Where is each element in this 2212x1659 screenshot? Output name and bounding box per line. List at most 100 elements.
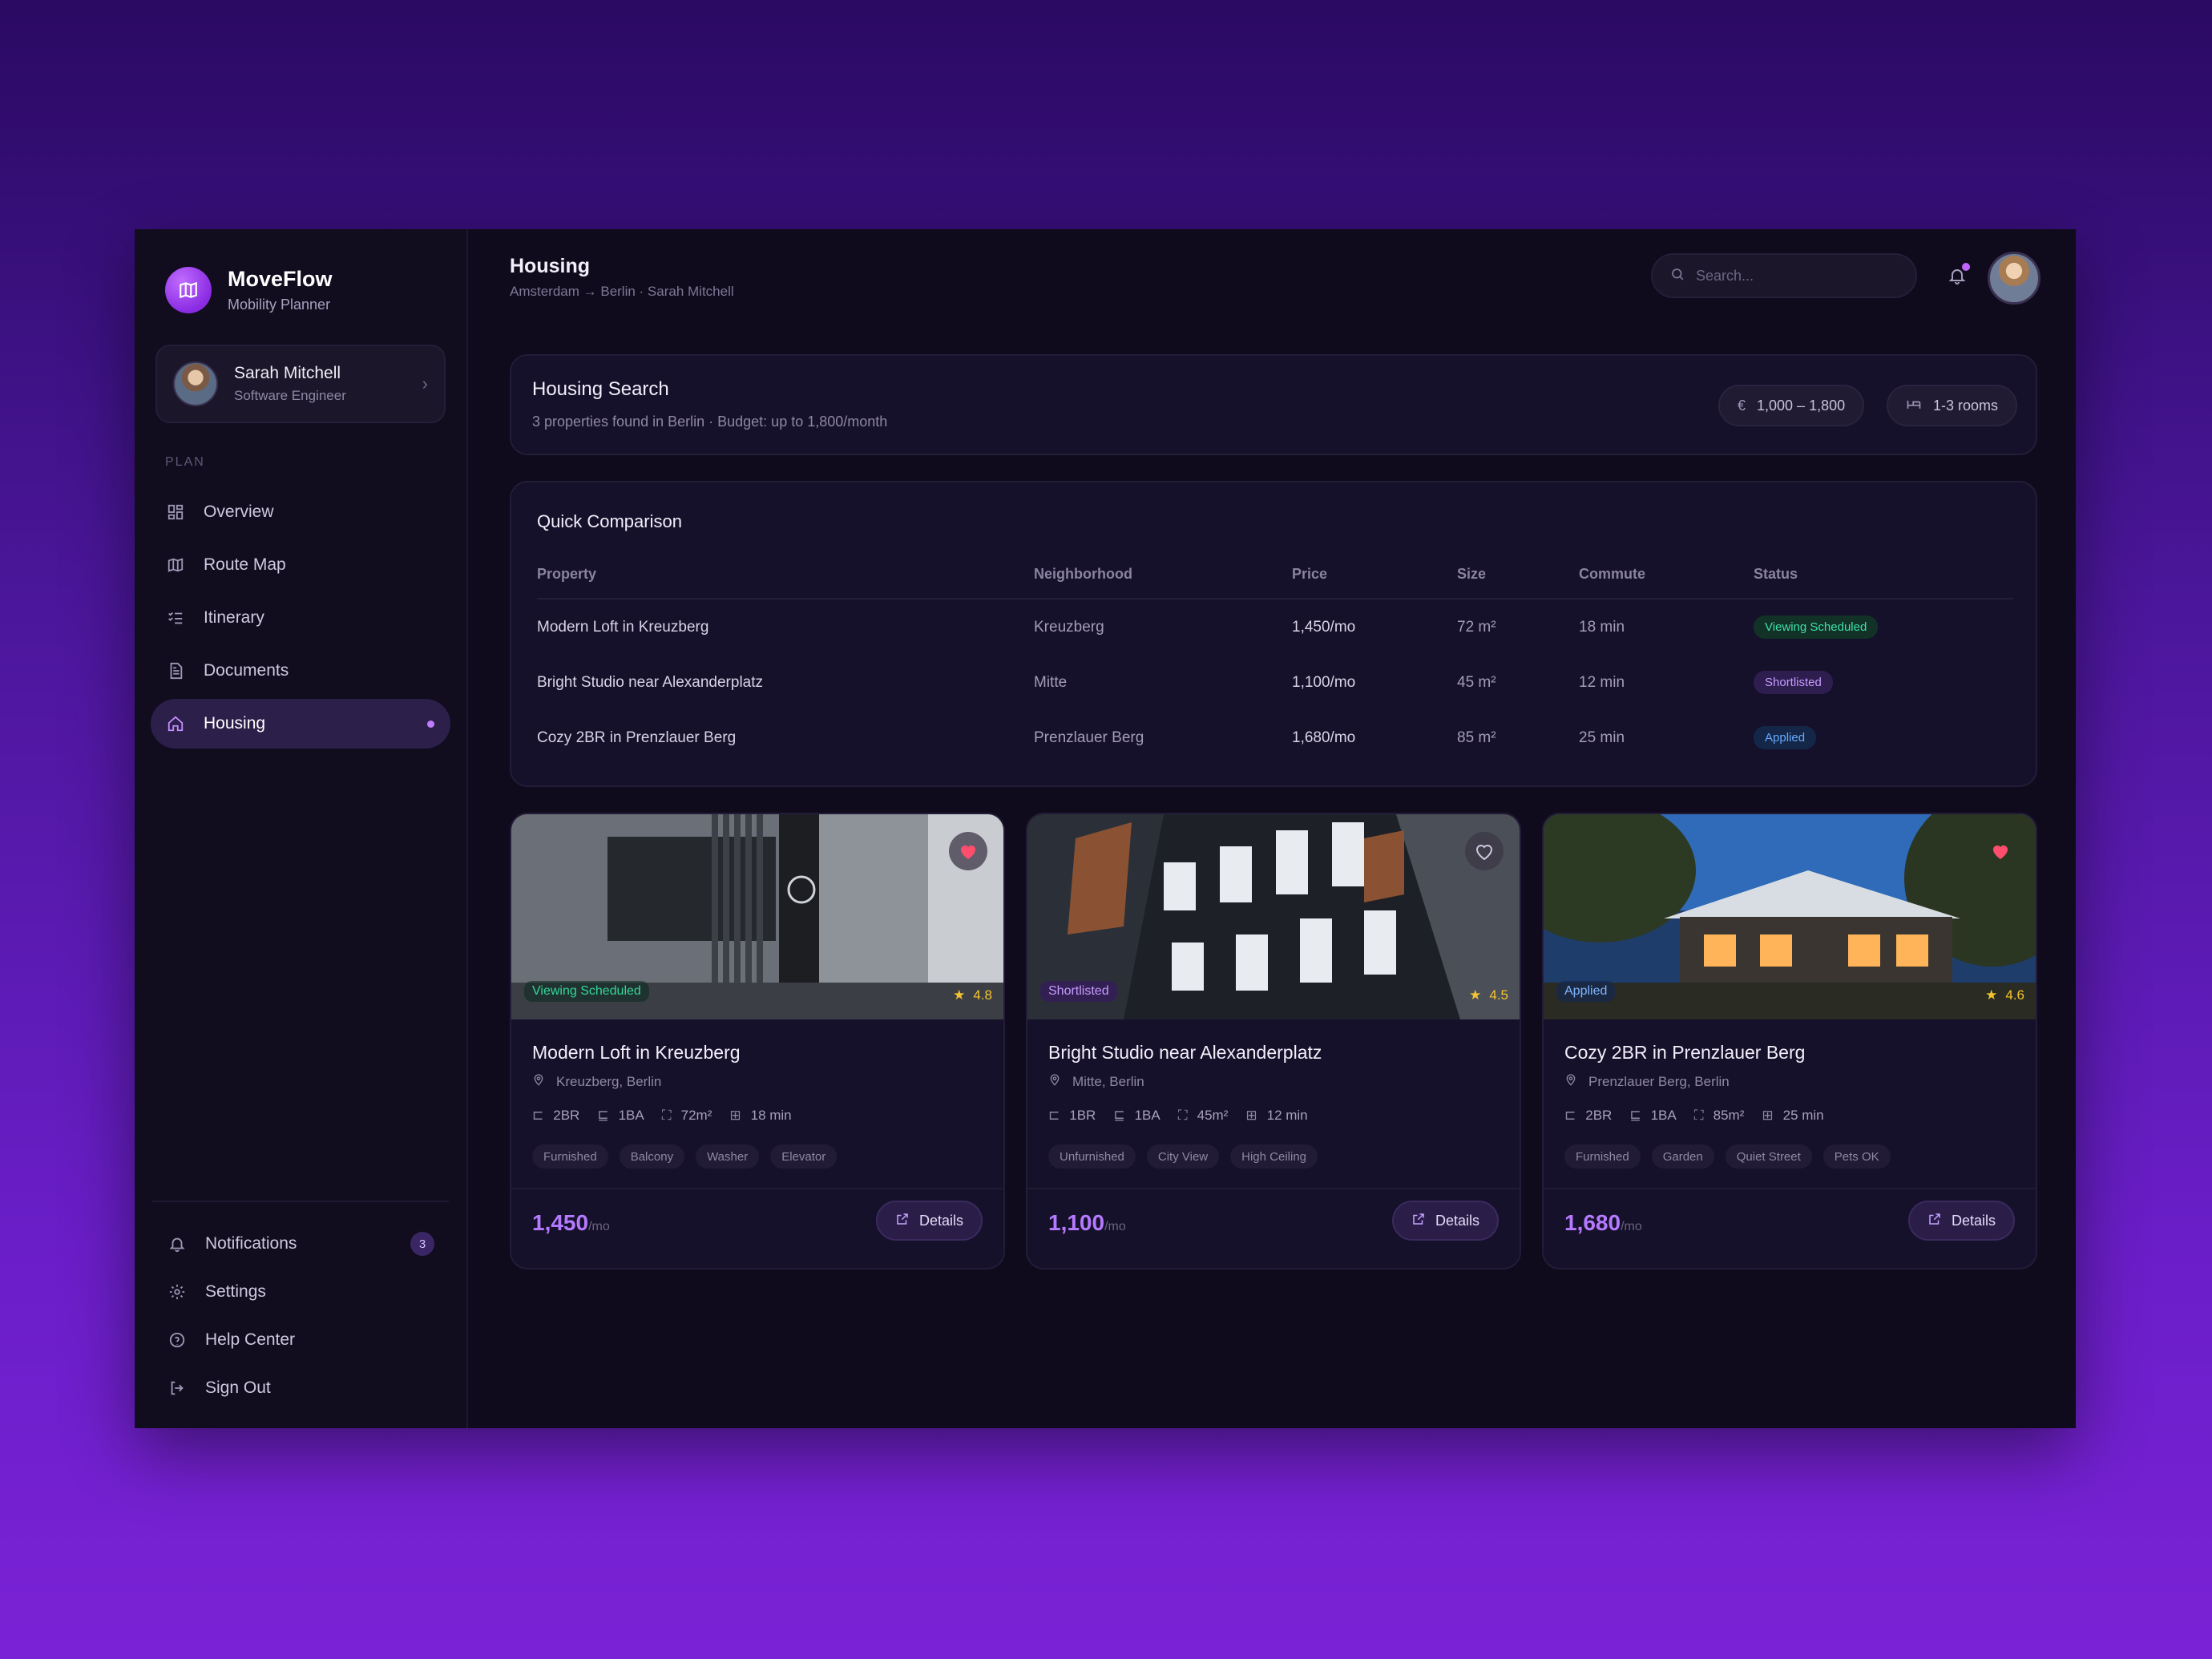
column-header[interactable]: Size <box>1457 566 1486 583</box>
sidebar-item-overview[interactable]: Overview <box>151 487 450 537</box>
page-title: Housing <box>510 255 590 277</box>
sidebar-item-notifications[interactable]: Notifications 3 <box>152 1220 449 1268</box>
rating: ★ 4.5 <box>1469 987 1508 1003</box>
avatar[interactable] <box>1988 252 2040 305</box>
price: 1,680/mo <box>1564 1210 1642 1236</box>
sidebar-item-label: Overview <box>204 503 274 521</box>
home-icon <box>165 713 186 734</box>
table-row[interactable]: Modern Loft in Kreuzberg Kreuzberg 1,450… <box>537 599 2013 655</box>
size-cell: 85 m² <box>1457 729 1496 746</box>
table-row[interactable]: Bright Studio near Alexanderplatz Mitte … <box>537 655 2013 710</box>
search-placeholder: Search... <box>1696 267 1754 284</box>
area-icon: ⛶ <box>1177 1108 1188 1123</box>
details-button[interactable]: Details <box>1391 1201 1499 1241</box>
unread-dot <box>1962 263 1970 271</box>
details-button[interactable]: Details <box>1907 1201 2015 1241</box>
gear-icon <box>167 1282 188 1302</box>
property-card[interactable]: Shortlisted ★ 4.5 Bright Studio near Alex… <box>1026 813 1521 1269</box>
transit-icon: ⊞ <box>1245 1108 1257 1123</box>
sidebar-item-documents[interactable]: Documents <box>151 646 450 696</box>
sidebar-item-help-center[interactable]: Help Center <box>152 1316 449 1364</box>
neighborhood-cell: Prenzlauer Berg <box>1034 729 1144 746</box>
price-cell: 1,450/mo <box>1292 619 1356 636</box>
favorite-heart-icon[interactable] <box>949 832 987 870</box>
sidebar-item-label: Route Map <box>204 555 286 574</box>
property-photo: Applied ★ 4.6 <box>1544 814 2036 1019</box>
notification-count-badge: 3 <box>410 1232 434 1256</box>
column-header[interactable]: Neighborhood <box>1034 566 1132 583</box>
amenity-tag: Pets OK <box>1822 1144 1891 1169</box>
sidebar-footer: Notifications 3 Settings Help Center Sig… <box>152 1201 449 1412</box>
sidebar-item-housing[interactable]: Housing <box>151 699 450 749</box>
star-icon: ★ <box>953 987 966 1003</box>
transit-icon: ⊞ <box>1762 1108 1774 1123</box>
document-icon <box>165 660 186 681</box>
map-logo-icon <box>165 267 212 313</box>
sidebar-item-sign-out[interactable]: Sign Out <box>152 1364 449 1412</box>
status-badge: Viewing Scheduled <box>1754 616 1879 639</box>
sidebar-item-settings[interactable]: Settings <box>152 1268 449 1316</box>
location-pin-icon <box>1048 1072 1061 1091</box>
property-title: Modern Loft in Kreuzberg <box>532 1042 741 1063</box>
property-photo: Shortlisted ★ 4.5 <box>1027 814 1520 1019</box>
status-badge: Applied <box>1556 981 1616 1002</box>
housing-search-panel: Housing Search 3 properties found in Ber… <box>510 354 2037 455</box>
commute-cell: 25 min <box>1579 729 1625 746</box>
favorite-heart-icon[interactable] <box>1465 832 1504 870</box>
sidebar-item-label: Housing <box>204 714 266 733</box>
sidebar-item-route-map[interactable]: Route Map <box>151 540 450 590</box>
user-profile-card[interactable]: Sarah Mitchell Software Engineer › <box>155 345 446 423</box>
property-cell: Modern Loft in Kreuzberg <box>537 619 709 636</box>
status-badge: Viewing Scheduled <box>524 981 649 1002</box>
user-name: Sarah Mitchell <box>234 364 341 382</box>
column-header[interactable]: Commute <box>1579 566 1645 583</box>
notifications-bell-icon[interactable] <box>1943 261 1972 290</box>
brand[interactable]: MoveFlow Mobility Planner <box>135 229 466 319</box>
baths: 1BA <box>1650 1108 1677 1123</box>
help-icon <box>167 1330 188 1350</box>
main-content: Housing Amsterdam → Berlin · Sarah Mitch… <box>468 229 2076 1428</box>
neighborhood-cell: Mitte <box>1034 674 1068 691</box>
sidebar-item-label: Sign Out <box>205 1378 271 1397</box>
quick-comparison-panel: Quick Comparison Property Neighborhood P… <box>510 481 2037 787</box>
amenity-tag: Unfurnished <box>1048 1144 1136 1169</box>
brand-name: MoveFlow <box>228 267 333 291</box>
rating-value: 4.8 <box>973 987 992 1003</box>
brand-tagline: Mobility Planner <box>228 297 331 313</box>
column-header[interactable]: Property <box>537 566 596 583</box>
app-window: MoveFlow Mobility Planner Sarah Mitchell… <box>135 229 2076 1428</box>
budget-range: 1,000 – 1,800 <box>1757 397 1846 414</box>
search-input[interactable]: Search... <box>1651 253 1917 298</box>
budget-filter-chip[interactable]: € 1,000 – 1,800 <box>1718 385 1865 426</box>
property-location: Prenzlauer Berg, Berlin <box>1564 1072 1730 1091</box>
amenity-tag: Washer <box>696 1144 760 1169</box>
details-button[interactable]: Details <box>875 1201 983 1241</box>
property-specs: ⊏ 1BR ⊑ 1BA ⛶ 45m² ⊞ 12 min <box>1048 1108 1326 1124</box>
location-text: Kreuzberg, Berlin <box>556 1073 662 1089</box>
property-photo: Viewing Scheduled ★ 4.8 <box>511 814 1003 1019</box>
beds: 2BR <box>1585 1108 1613 1123</box>
table-row[interactable]: Cozy 2BR in Prenzlauer Berg Prenzlauer B… <box>537 710 2013 765</box>
property-card[interactable]: Applied ★ 4.6 Cozy 2BR in Prenzlauer Berg… <box>1542 813 2037 1269</box>
housing-search-title: Housing Search <box>532 378 669 400</box>
amenity-tag: Furnished <box>532 1144 608 1169</box>
quick-comparison-title: Quick Comparison <box>537 511 682 531</box>
sidebar-item-itinerary[interactable]: Itinerary <box>151 593 450 643</box>
status-badge: Shortlisted <box>1040 981 1117 1002</box>
divider <box>1544 1188 2036 1189</box>
details-label: Details <box>918 1212 963 1229</box>
size: 45m² <box>1197 1108 1229 1123</box>
property-title: Bright Studio near Alexanderplatz <box>1048 1042 1322 1063</box>
external-link-icon <box>1927 1212 1942 1230</box>
location-pin-icon <box>532 1072 545 1091</box>
favorite-heart-icon[interactable] <box>1981 832 2020 870</box>
rooms-filter-chip[interactable]: 1-3 rooms <box>1887 385 2018 426</box>
baths: 1BA <box>1134 1108 1160 1123</box>
property-card[interactable]: Viewing Scheduled ★ 4.8 Modern Loft in Kr… <box>510 813 1005 1269</box>
column-header[interactable]: Status <box>1754 566 1798 583</box>
amenity-tag: Elevator <box>770 1144 838 1169</box>
size: 72m² <box>680 1108 712 1123</box>
column-header[interactable]: Price <box>1292 566 1327 583</box>
status-badge: Applied <box>1754 726 1817 749</box>
grid-icon <box>165 502 186 523</box>
